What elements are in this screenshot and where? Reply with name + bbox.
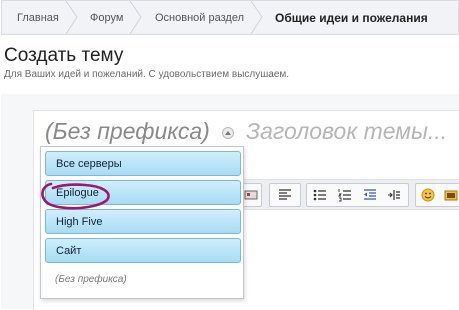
align-left-icon[interactable]: [278, 188, 292, 202]
prefix-option-all-servers[interactable]: Все серверы: [45, 151, 241, 176]
numbered-list-icon[interactable]: [338, 188, 352, 202]
prefix-dropdown: Все серверы Epilogue High Five Сайт (Без…: [40, 146, 244, 299]
smiley-icon[interactable]: [421, 188, 435, 202]
indent-icon[interactable]: [387, 188, 401, 202]
toolbar-group: [306, 183, 409, 207]
breadcrumb-item-current[interactable]: Общие идеи и пожелания: [275, 1, 428, 34]
breadcrumb-item-main-section[interactable]: Основной раздел: [155, 1, 244, 34]
prefix-option-site[interactable]: Сайт: [45, 238, 241, 263]
breadcrumb-separator: [250, 1, 264, 34]
breadcrumb-item-home[interactable]: Главная: [17, 1, 59, 34]
highlight-circle: [41, 182, 110, 210]
page-subtitle: Для Ваших идей и пожеланий. С удовольств…: [4, 69, 290, 80]
page-title: Создать тему: [4, 45, 124, 66]
bullet-list-icon[interactable]: [313, 188, 327, 202]
breadcrumb-item-forum[interactable]: Форум: [90, 1, 123, 34]
breadcrumb-separator: [65, 1, 79, 34]
breadcrumb-separator: [129, 1, 143, 34]
thread-title-input[interactable]: Заголовок темы...: [246, 118, 447, 145]
prefix-selector[interactable]: (Без префикса): [45, 118, 210, 145]
editor-toolbar: [240, 179, 459, 210]
toolbar-group: [269, 183, 301, 207]
prefix-option-none[interactable]: (Без префикса): [55, 274, 127, 285]
breadcrumb: Главная Форум Основной раздел Общие идеи…: [1, 0, 459, 35]
media-icon[interactable]: [444, 188, 458, 202]
prefix-option-high-five[interactable]: High Five: [45, 209, 241, 234]
image-icon[interactable]: [244, 188, 258, 202]
outdent-icon[interactable]: [363, 188, 377, 202]
chevron-up-icon[interactable]: [222, 127, 234, 139]
toolbar-group: [415, 183, 459, 207]
